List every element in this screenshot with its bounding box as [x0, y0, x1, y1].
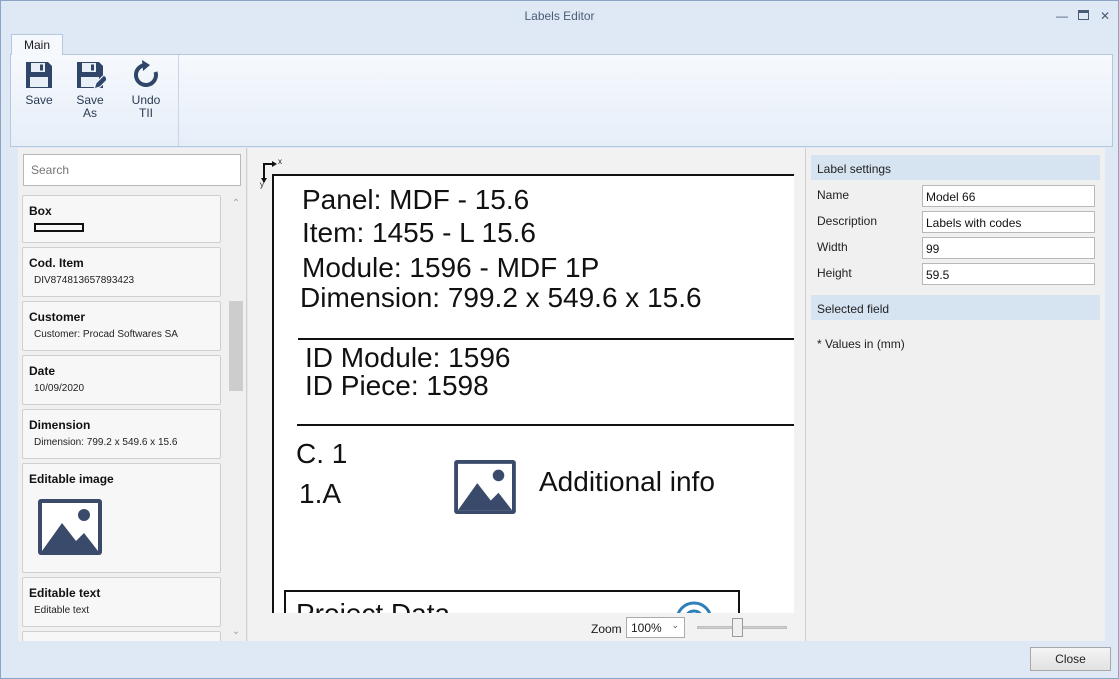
- label-c1-text[interactable]: C. 1: [296, 438, 347, 470]
- labels-editor-window: Labels Editor — ✕ Main Save Save As Undo…: [0, 0, 1119, 679]
- label-project-data-text[interactable]: Project Data: [296, 598, 450, 613]
- label-canvas-area: x y Panel: MDF - 15.6 Item: 1455 - L 15.…: [248, 148, 805, 641]
- field-item-title: Dimension: [29, 418, 91, 432]
- minimize-icon[interactable]: —: [1054, 8, 1070, 24]
- ribbon-group-file: Save Save As Undo TII: [11, 55, 179, 146]
- height-label: Height: [817, 266, 852, 280]
- tab-main[interactable]: Main: [11, 34, 63, 55]
- field-item-title: Editable text: [29, 586, 101, 600]
- field-item-customer[interactable]: Customer Customer: Procad Softwares SA: [22, 301, 221, 351]
- label-sheet[interactable]: Panel: MDF - 15.6 Item: 1455 - L 15.6 Mo…: [272, 174, 794, 613]
- label-panel-text[interactable]: Panel: MDF - 15.6: [302, 184, 529, 216]
- undo-button[interactable]: Undo TII: [126, 59, 166, 120]
- project-data-box[interactable]: Project Data: [284, 590, 740, 613]
- field-item-title: Date: [29, 364, 56, 378]
- field-item-editable-image[interactable]: Editable image: [22, 463, 221, 573]
- field-item-value: DIV874813657893423: [34, 275, 135, 286]
- fields-panel: Box Cod. Item DIV874813657893423 Custome…: [18, 148, 247, 641]
- save-as-icon: [77, 62, 106, 90]
- field-item-cod-item[interactable]: Cod. Item DIV874813657893423: [22, 247, 221, 297]
- save-as-label-2: As: [82, 106, 97, 120]
- label-item-text[interactable]: Item: 1455 - L 15.6: [302, 217, 536, 249]
- window-title: Labels Editor: [524, 9, 595, 23]
- title-bar: Labels Editor — ✕: [1, 1, 1118, 31]
- properties-panel: Label settings Name Model 66 Description…: [805, 148, 1105, 641]
- height-field[interactable]: 59.5: [922, 263, 1095, 285]
- field-item-value: 10/09/2020: [34, 383, 85, 394]
- label-module-text[interactable]: Module: 1596 - MDF 1P: [302, 252, 599, 284]
- field-item-value: Customer: Procad Softwares SA: [34, 329, 178, 340]
- zoom-select[interactable]: 100% ⌄: [626, 617, 685, 638]
- undo-label-2: TII: [139, 106, 153, 120]
- scroll-up-icon[interactable]: ⌃: [227, 197, 245, 211]
- field-item-value: Editable text: [34, 605, 90, 616]
- width-label: Width: [817, 240, 848, 254]
- close-icon[interactable]: ✕: [1097, 8, 1113, 24]
- label-canvas[interactable]: x y Panel: MDF - 15.6 Item: 1455 - L 15.…: [258, 152, 794, 613]
- close-button[interactable]: Close: [1030, 647, 1111, 671]
- description-label: Description: [817, 214, 878, 228]
- field-item-editable-text[interactable]: Editable text Editable text: [22, 577, 221, 627]
- field-item-title: Customer: [29, 310, 86, 324]
- image-icon[interactable]: [454, 460, 516, 514]
- field-list: Box Cod. Item DIV874813657893423 Custome…: [22, 195, 222, 641]
- logo-icon: [676, 601, 712, 613]
- width-field[interactable]: 99: [922, 237, 1095, 259]
- box-preview-icon: [34, 223, 84, 232]
- field-item-box[interactable]: Box: [22, 195, 221, 243]
- scroll-down-icon[interactable]: ⌄: [227, 625, 245, 639]
- field-item-title: Cod. Item: [29, 256, 84, 270]
- description-field[interactable]: Labels with codes: [922, 211, 1095, 233]
- undo-icon: [133, 60, 158, 87]
- field-item-title: Box: [29, 204, 52, 218]
- save-as-button[interactable]: Save As: [71, 59, 109, 120]
- save-icon: [26, 62, 52, 88]
- units-note: * Values in (mm): [817, 337, 905, 351]
- field-item-dimension[interactable]: Dimension Dimension: 799.2 x 549.6 x 15.…: [22, 409, 221, 459]
- ribbon: Save Save As Undo TII: [10, 54, 1113, 147]
- label-id-piece-text[interactable]: ID Piece: 1598: [305, 370, 489, 402]
- save-label: Save: [25, 93, 53, 107]
- name-field[interactable]: Model 66: [922, 185, 1095, 207]
- zoom-value: 100%: [631, 621, 662, 635]
- label-additional-info-text[interactable]: Additional info: [539, 466, 715, 498]
- search-input[interactable]: [23, 154, 241, 186]
- field-item-title: Editable image: [29, 472, 114, 486]
- field-list-scrollbar[interactable]: ⌃ ⌄: [227, 195, 245, 641]
- save-button[interactable]: Save: [22, 59, 56, 107]
- image-icon: [38, 499, 102, 555]
- selected-field-header: Selected field: [811, 295, 1100, 320]
- axis-y-label: y: [260, 180, 264, 189]
- chevron-down-icon: ⌄: [671, 620, 679, 630]
- field-item-date[interactable]: Date 10/09/2020: [22, 355, 221, 405]
- scrollbar-thumb[interactable]: [229, 301, 243, 391]
- name-label: Name: [817, 188, 850, 202]
- separator-line[interactable]: [298, 338, 794, 340]
- field-item-next[interactable]: [22, 631, 221, 641]
- field-item-value: Dimension: 799.2 x 549.6 x 15.6: [34, 437, 178, 448]
- separator-line[interactable]: [297, 424, 794, 426]
- maximize-icon[interactable]: [1075, 8, 1091, 24]
- label-1a-text[interactable]: 1.A: [299, 478, 341, 510]
- zoom-slider-thumb[interactable]: [732, 618, 743, 637]
- axis-x-label: x: [278, 157, 282, 166]
- label-dimension-text[interactable]: Dimension: 799.2 x 549.6 x 15.6: [300, 282, 702, 314]
- zoom-label: Zoom: [591, 622, 622, 636]
- label-settings-header: Label settings: [811, 155, 1100, 180]
